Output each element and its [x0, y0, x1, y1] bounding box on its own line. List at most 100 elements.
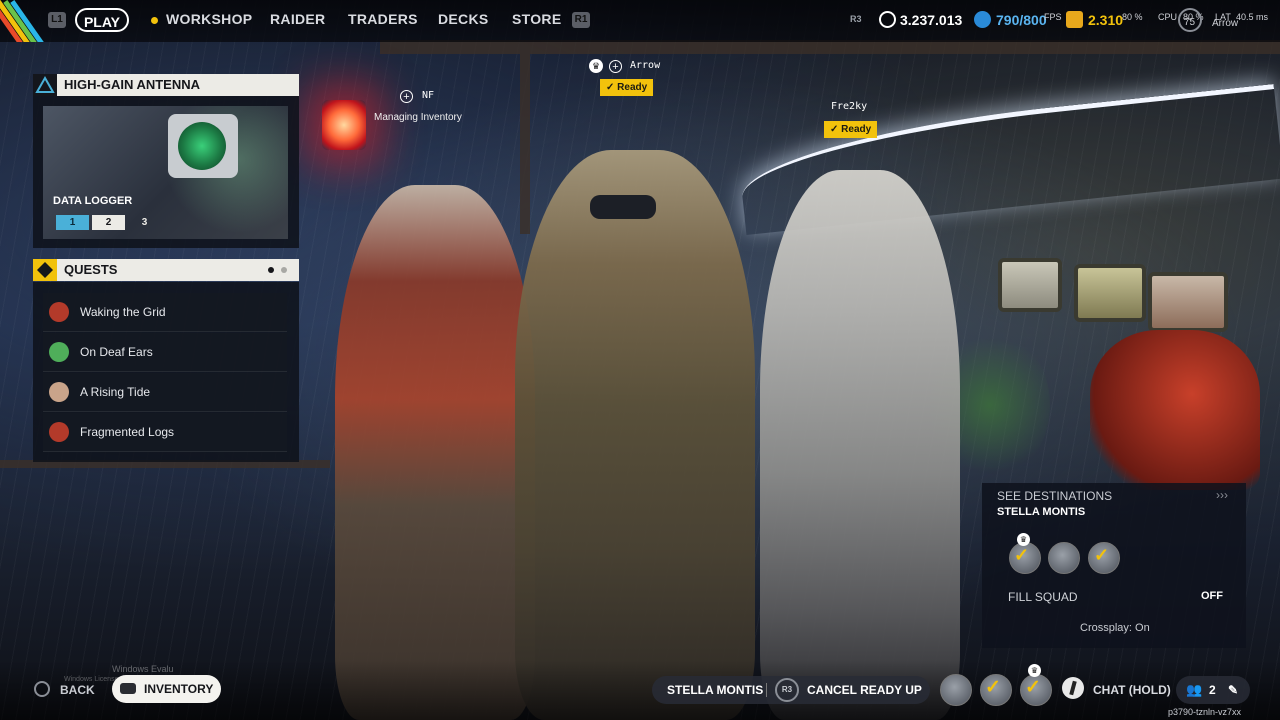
- quest-giver-icon: [49, 342, 69, 362]
- circle-button-icon: [34, 681, 50, 697]
- currency-coins: 3.237.013: [900, 12, 963, 28]
- character-2: [515, 150, 755, 720]
- chevrons-right-icon: ›››: [1216, 488, 1228, 502]
- progress-segment-1: 1: [56, 215, 89, 230]
- add-friend-icon[interactable]: +: [400, 90, 413, 103]
- destination-name: STELLA MONTIS: [997, 506, 1086, 518]
- cancel-ready-up-button[interactable]: CANCEL READY UP: [807, 676, 922, 704]
- brand-stripes: [0, 0, 44, 42]
- character-1: [335, 185, 535, 720]
- l1-key-hint: L1: [48, 12, 66, 28]
- quests-panel-header: QUESTS: [33, 259, 299, 281]
- page-dot-active: [268, 267, 274, 273]
- player-name-arrow: Arrow: [630, 60, 661, 71]
- quest-label: Fragmented Logs: [80, 425, 175, 439]
- divider: [766, 683, 767, 697]
- notification-dot: [151, 17, 158, 24]
- background-monitor: [1074, 264, 1146, 322]
- character-3: [760, 170, 960, 720]
- party-count: 2: [1209, 683, 1216, 697]
- party-button[interactable]: 👥 2 ✎: [1176, 676, 1250, 704]
- r1-key-hint: R1: [572, 12, 590, 28]
- squad-avatar[interactable]: [1048, 542, 1080, 574]
- cpu-label: CPU: [1158, 12, 1178, 22]
- data-logger-label: DATA LOGGER: [53, 195, 133, 207]
- check-icon: ✓: [985, 677, 1001, 698]
- radar-screen: [178, 122, 226, 170]
- fill-squad-toggle[interactable]: OFF: [1201, 590, 1223, 602]
- quest-label: A Rising Tide: [80, 385, 151, 399]
- currency-tokens: 790/800: [996, 12, 1047, 28]
- check-icon: ✓: [1025, 677, 1041, 698]
- tab-workshop[interactable]: WORKSHOP: [166, 11, 252, 27]
- quest-item[interactable]: A Rising Tide: [43, 373, 287, 412]
- scaffold-pole: [520, 54, 530, 234]
- top-nav-bar: L1 PLAY WORKSHOP RAIDER TRADERS DECKS ST…: [0, 0, 1280, 42]
- add-friend-icon[interactable]: +: [609, 60, 622, 73]
- tab-decks[interactable]: DECKS: [438, 11, 489, 27]
- stick-shape: [1069, 680, 1077, 696]
- quest-label: On Deaf Ears: [80, 345, 153, 359]
- tab-traders[interactable]: TRADERS: [348, 11, 418, 27]
- lat-value: 40.5 ms: [1236, 12, 1269, 22]
- watermark: Windows Evalu: [112, 664, 174, 674]
- tab-play[interactable]: PLAY: [75, 8, 129, 32]
- inventory-button[interactable]: INVENTORY: [112, 675, 221, 703]
- ready-badge: ✓ Ready: [600, 79, 654, 96]
- ready-bar: STELLA MONTIS R3 CANCEL READY UP: [652, 676, 930, 704]
- quest-diamond-icon: [33, 259, 57, 281]
- gpu-value: 80 %: [1122, 12, 1143, 22]
- quest-item[interactable]: Fragmented Logs: [43, 413, 287, 452]
- check-icon: ✓: [1014, 545, 1030, 565]
- ready-badge: ✓ Ready: [824, 121, 878, 138]
- back-button[interactable]: BACK: [60, 683, 95, 697]
- red-lamp: [322, 100, 366, 150]
- quest-giver-icon: [49, 422, 69, 442]
- background-monitor: [998, 258, 1062, 312]
- player-name-nf: NF: [422, 90, 435, 101]
- page-dot[interactable]: [281, 267, 287, 273]
- antenna-panel-header: HIGH-GAIN ANTENNA: [33, 74, 299, 96]
- goggles: [590, 195, 656, 219]
- tab-raider[interactable]: RAIDER: [270, 11, 325, 27]
- currency-credits: 2.310: [1088, 12, 1124, 28]
- crown-icon: ♛: [589, 59, 603, 73]
- r3-button-icon: R3: [775, 678, 799, 702]
- token-icon: [974, 11, 991, 28]
- fps-value: 75: [1184, 17, 1196, 28]
- quests-title: QUESTS: [64, 262, 118, 277]
- quest-item[interactable]: Waking the Grid: [43, 293, 287, 332]
- party-icon: 👥: [1186, 682, 1203, 697]
- quest-item[interactable]: On Deaf Ears: [43, 333, 287, 372]
- credits-icon: [1066, 11, 1083, 28]
- quest-giver-icon: [49, 302, 69, 322]
- progress-segment-3: 3: [141, 217, 148, 228]
- player-name-fre2ky: Fre2ky: [831, 101, 868, 112]
- bottom-destination-label: STELLA MONTIS: [667, 683, 764, 697]
- coin-icon: [879, 11, 896, 28]
- profile-name: Arrow: [1212, 18, 1239, 29]
- crt-monitor: [168, 114, 238, 178]
- warning-triangle-icon: [33, 74, 57, 96]
- watermark-sub: Windows License: [64, 676, 119, 683]
- see-destinations-link[interactable]: SEE DESTINATIONS: [997, 489, 1112, 503]
- antenna-title: HIGH-GAIN ANTENNA: [64, 77, 201, 92]
- check-icon: ✓: [1094, 545, 1110, 565]
- ceiling-beam: [380, 40, 1280, 54]
- quest-label: Waking the Grid: [80, 305, 166, 319]
- chat-hold-button[interactable]: CHAT (HOLD): [1093, 683, 1171, 697]
- quest-giver-icon: [49, 382, 69, 402]
- r3-key-hint: R3: [850, 14, 862, 24]
- squad-avatar[interactable]: [940, 674, 972, 706]
- fps-label: FPS: [1044, 12, 1062, 22]
- touchpad-icon: [1062, 677, 1084, 699]
- tab-store[interactable]: STORE: [512, 11, 561, 27]
- edit-icon: ✎: [1228, 683, 1239, 697]
- check-icon: ✓: [606, 82, 618, 93]
- check-icon: ✓: [830, 124, 842, 135]
- background-monitor: [1148, 272, 1228, 332]
- session-id: p3790-tznln-vz7xx: [1168, 707, 1242, 717]
- crossplay-status: Crossplay: On: [1080, 622, 1150, 634]
- destination-panel: SEE DESTINATIONS ››› STELLA MONTIS ♛ ✓ ✓…: [982, 483, 1246, 648]
- fill-squad-label: FILL SQUAD: [1008, 590, 1078, 604]
